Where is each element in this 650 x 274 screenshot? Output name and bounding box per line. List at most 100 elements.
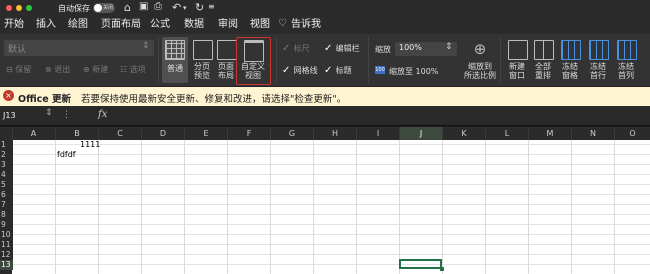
row-header-13[interactable]: 13 xyxy=(0,260,13,270)
column-header-k[interactable]: K xyxy=(443,127,486,140)
undo-dropdown-icon[interactable]: ▾ xyxy=(183,4,187,12)
column-header-c[interactable]: C xyxy=(99,127,142,140)
ribbon-divider xyxy=(500,37,501,83)
row-header-10[interactable]: 10 xyxy=(0,230,13,240)
column-header-g[interactable]: G xyxy=(271,127,314,140)
column-header-h[interactable]: H xyxy=(314,127,357,140)
new-window-icon xyxy=(508,40,528,60)
freeze-top-row-button[interactable]: 冻结 首行 xyxy=(584,37,612,83)
exit-icon: ⊗ xyxy=(45,65,52,74)
keep-view-button[interactable]: ⊟ 保留 xyxy=(6,64,31,75)
formula-bar-label: 编辑栏 xyxy=(335,44,360,53)
column-header-f[interactable]: F xyxy=(228,127,271,140)
active-cell-j13[interactable] xyxy=(399,259,442,269)
column-header-a[interactable]: A xyxy=(12,127,56,140)
row-header-7[interactable]: 7 xyxy=(0,200,13,210)
freeze-panes-icon xyxy=(561,40,581,60)
redo-icon[interactable]: ↻ xyxy=(195,1,204,14)
custom-views-button[interactable]: 自定义 视图 xyxy=(238,37,268,83)
lightbulb-icon: ♡ xyxy=(278,18,287,29)
minimize-window-button[interactable] xyxy=(16,5,22,11)
row-header-9[interactable]: 9 xyxy=(0,220,13,230)
row-header-3[interactable]: 3 xyxy=(0,160,13,170)
exit-view-button[interactable]: ⊗ 退出 xyxy=(45,64,70,75)
tab-review[interactable]: 审阅 xyxy=(218,16,238,34)
function-icon[interactable]: fx xyxy=(98,109,107,120)
freeze-top-row-icon xyxy=(589,40,609,60)
page-break-label2: 预览 xyxy=(194,71,210,80)
page-layout-view-button[interactable]: 页面 布局 xyxy=(214,37,238,83)
row-header-2[interactable]: 2 xyxy=(0,150,13,160)
ruler-label: 标尺 xyxy=(293,44,310,53)
tab-home[interactable]: 开始 xyxy=(4,16,24,34)
save-icon[interactable]: ▣ xyxy=(139,1,148,12)
column-header-b[interactable]: B xyxy=(56,127,99,140)
cell-b1[interactable]: 1111 xyxy=(80,140,100,149)
autosave-toggle[interactable]: 关闭 xyxy=(93,3,115,13)
tab-formulas[interactable]: 公式 xyxy=(150,16,170,34)
name-box[interactable]: J13 xyxy=(3,111,16,120)
page-break-preview-button[interactable]: 分页 预览 xyxy=(190,37,214,83)
keep-icon: ⊟ xyxy=(6,65,13,74)
tell-me-search[interactable]: 告诉我 xyxy=(291,16,321,34)
row-header-11[interactable]: 11 xyxy=(0,240,13,250)
tab-data[interactable]: 数据 xyxy=(184,16,204,34)
arrange-all-button[interactable]: 全部 重排 xyxy=(530,37,556,83)
new-view-button[interactable]: ⊕ 新建 xyxy=(83,64,108,75)
autosave-toggle-state: 关闭 xyxy=(103,5,114,11)
column-header-m[interactable]: M xyxy=(529,127,572,140)
row-header-5[interactable]: 5 xyxy=(0,180,13,190)
row-header-6[interactable]: 6 xyxy=(0,190,13,200)
headings-label: 标题 xyxy=(335,66,352,75)
close-circle-icon[interactable]: × xyxy=(3,90,14,101)
ruler-checkbox: ✓ 标尺 xyxy=(282,43,310,54)
update-message: 若要保持使用最新安全更新、修复和改进，请选择"检查更新"。 xyxy=(81,94,347,105)
gridlines-checkbox[interactable]: ✓ 网格线 xyxy=(282,65,318,76)
column-header-n[interactable]: N xyxy=(572,127,615,140)
formula-input[interactable] xyxy=(118,110,643,122)
sheet-view-value: 默认 xyxy=(8,45,27,55)
zoom-window-button[interactable] xyxy=(26,5,32,11)
customize-toolbar-icon[interactable]: ≡ xyxy=(208,2,215,11)
row-header-12[interactable]: 12 xyxy=(0,250,13,260)
tab-insert[interactable]: 插入 xyxy=(36,16,56,34)
column-header-d[interactable]: D xyxy=(142,127,185,140)
zoom-label: 缩放 xyxy=(375,45,391,54)
tab-draw[interactable]: 绘图 xyxy=(68,16,88,34)
column-header-i[interactable]: I xyxy=(357,127,400,140)
cell-grid[interactable] xyxy=(0,140,650,274)
zoom-to-selection-button[interactable]: ⊕ 缩放到 所选比例 xyxy=(462,37,498,83)
new-window-button[interactable]: 新建 窗口 xyxy=(504,37,530,83)
normal-view-button[interactable]: 普通 xyxy=(162,37,188,83)
close-window-button[interactable] xyxy=(6,5,12,11)
autosave-label: 自动保存 xyxy=(58,4,90,13)
zoom-select[interactable]: 100% ⇕ xyxy=(395,42,457,56)
freeze-panes-button[interactable]: 冻结 窗格 xyxy=(556,37,584,83)
cell-b2[interactable]: fdfdf xyxy=(57,150,76,159)
headings-checkbox[interactable]: ✓ 标题 xyxy=(324,65,352,76)
update-title: Office 更新 xyxy=(18,94,72,105)
view-options-button[interactable]: ☷ 选项 xyxy=(120,64,146,75)
fill-handle[interactable] xyxy=(440,267,444,271)
row-header-4[interactable]: 4 xyxy=(0,170,13,180)
undo-icon[interactable]: ↶ xyxy=(172,1,181,14)
page-break-icon xyxy=(193,40,213,60)
tab-page-layout[interactable]: 页面布局 xyxy=(101,16,141,34)
row-header-1[interactable]: 1 xyxy=(0,140,13,150)
row-header-8[interactable]: 8 xyxy=(0,210,13,220)
home-icon[interactable]: ⌂ xyxy=(124,1,131,14)
custom-views-label2: 视图 xyxy=(245,71,261,80)
name-box-dropdown-icon[interactable]: ⇕ xyxy=(45,108,53,118)
print-icon[interactable]: ⎙ xyxy=(154,1,162,12)
tab-view[interactable]: 视图 xyxy=(250,16,270,36)
column-header-j[interactable]: J xyxy=(400,127,443,140)
check-icon: ✓ xyxy=(282,43,291,54)
column-header-l[interactable]: L xyxy=(486,127,529,140)
sheet-view-select[interactable]: 默认 ⇕ xyxy=(4,40,154,56)
zoom-100-button[interactable]: 缩放至 100% xyxy=(389,66,438,77)
column-header-o[interactable]: O xyxy=(615,127,650,140)
freeze-first-column-button[interactable]: 冻结 首列 xyxy=(612,37,640,83)
exit-label: 退出 xyxy=(54,65,71,74)
formula-bar-checkbox[interactable]: ✓ 编辑栏 xyxy=(324,43,360,54)
column-header-e[interactable]: E xyxy=(185,127,228,140)
